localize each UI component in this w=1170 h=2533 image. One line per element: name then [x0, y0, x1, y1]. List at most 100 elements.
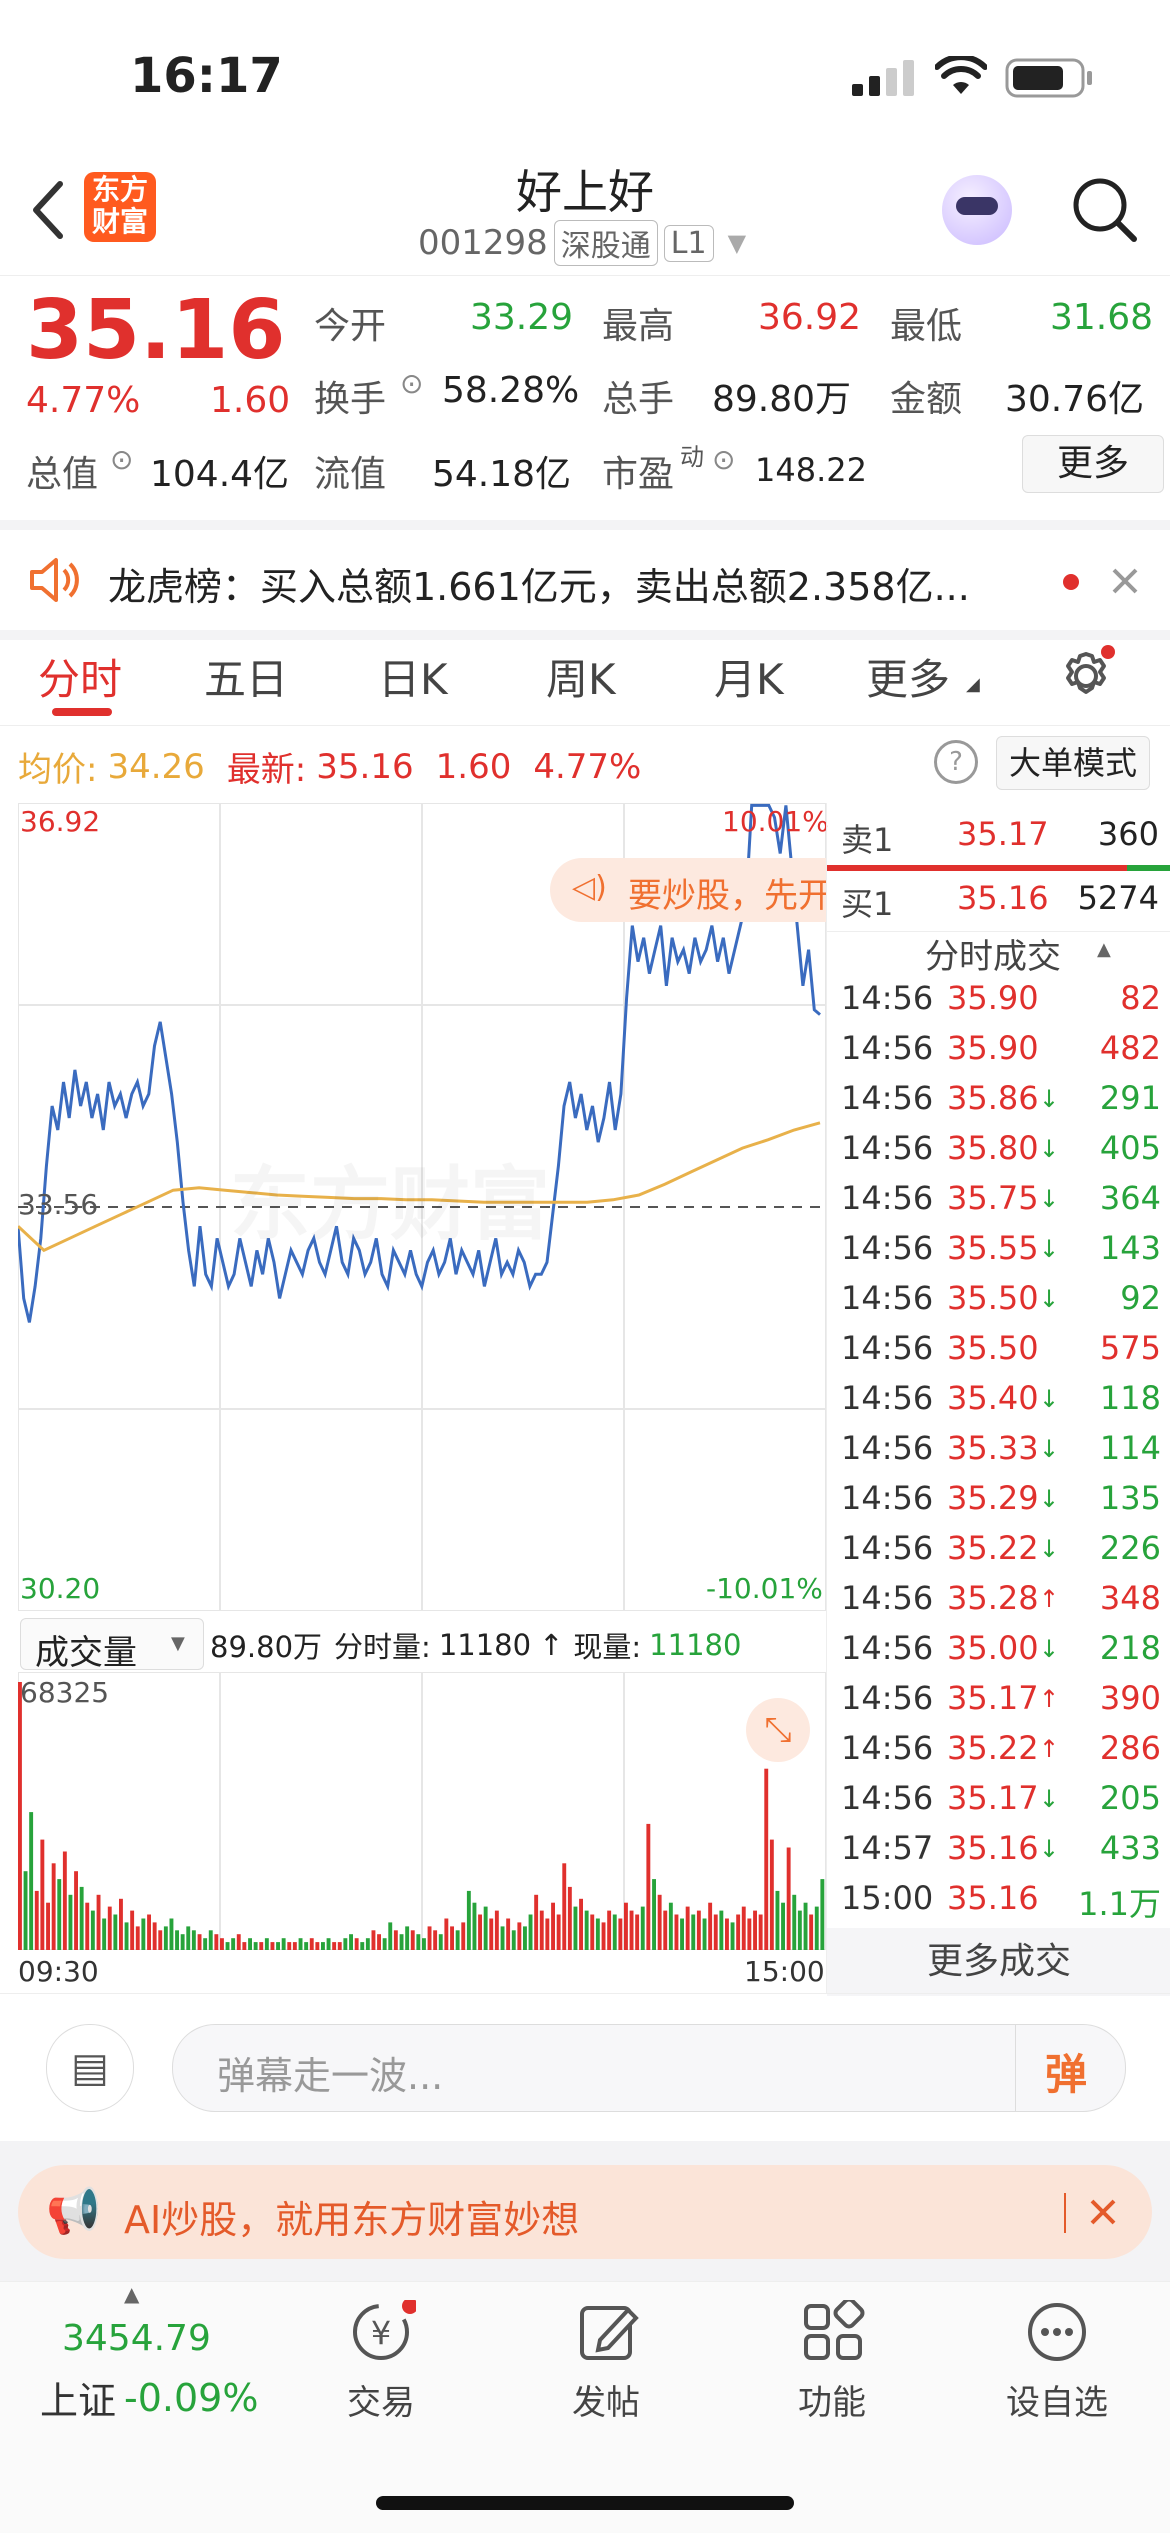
volume-bar [304, 1942, 309, 1950]
trade-price: 35.75 [947, 1179, 1039, 1217]
trade-volume: 482 [1099, 1029, 1161, 1067]
tab-intraday[interactable]: 分时 [38, 646, 122, 707]
volume-bar [309, 1938, 314, 1950]
trade-price: 35.86 [947, 1079, 1039, 1117]
info-dot-icon[interactable]: ⊙ [712, 443, 735, 476]
index-value[interactable]: 3454.79 [62, 2318, 211, 2359]
volume-bar [668, 1902, 673, 1950]
big-order-mode-button[interactable]: 大单模式 [996, 736, 1150, 790]
volume-bar [236, 1934, 241, 1950]
trade-price: 35.29 [947, 1479, 1039, 1517]
nav-functions[interactable]: 功能 [762, 2375, 902, 2424]
volume-bar [264, 1938, 269, 1950]
settings-gear-icon[interactable] [1058, 644, 1118, 704]
volume-bar [590, 1914, 595, 1950]
volume-bar [365, 1938, 370, 1950]
avg-value: 34.26 [107, 746, 205, 787]
more-trades-button[interactable]: 更多成交 [827, 1928, 1170, 1996]
comment-input[interactable]: 弹幕走一波... 弹 [172, 2024, 1126, 2112]
trade-volume: 92 [1120, 1279, 1161, 1317]
pe-label: 市盈 [602, 454, 675, 495]
comment-placeholder: 弹幕走一波... [217, 2054, 444, 2098]
post-icon[interactable] [576, 2300, 646, 2362]
trade-volume: 82 [1120, 979, 1161, 1017]
trade-price: 35.28 [947, 1579, 1039, 1617]
nav-add-watchlist[interactable]: 设自选 [987, 2375, 1127, 2424]
trade-time: 14:56 [841, 1429, 934, 1467]
sort-arrow-icon[interactable]: ▲ [1097, 939, 1111, 960]
close-icon[interactable] [1110, 566, 1140, 596]
mktcap-label: 总值 [26, 454, 99, 495]
tab-daily-k[interactable]: 日K [378, 646, 448, 707]
volume-chart[interactable] [18, 1672, 826, 1950]
amount-value: 30.76亿 [1005, 379, 1145, 420]
volume-bar [455, 1930, 460, 1950]
volume-bar [107, 1906, 112, 1950]
volume-bar [248, 1938, 252, 1950]
volume-bar [781, 1902, 785, 1950]
x-end-label: 15:00 [744, 1955, 825, 1988]
dragon-tiger-notice[interactable]: 龙虎榜：买入总额1.661亿元，卖出总额2.358亿... [0, 520, 1170, 640]
volume-bar [124, 1922, 129, 1950]
avg-label: 均价: [18, 750, 98, 790]
more-options-icon[interactable] [1022, 2300, 1092, 2362]
info-dot-icon[interactable]: ⊙ [400, 367, 423, 400]
info-dot-icon[interactable]: ⊙ [110, 443, 133, 476]
send-danmaku-button[interactable]: 弹 [1045, 2041, 1087, 2102]
danmaku-settings-icon[interactable]: ▤ [46, 2024, 134, 2112]
volume-bar [652, 1879, 656, 1950]
trade-row: 14:56 35.29 ↓ 135 [841, 1479, 1161, 1529]
period-volume: 11180 [438, 1628, 532, 1662]
trade-time: 14:56 [841, 1579, 934, 1617]
robot-assistant-icon[interactable] [942, 175, 1012, 245]
volume-bar [708, 1902, 713, 1950]
close-icon[interactable] [1088, 2197, 1118, 2227]
tab-weekly-k[interactable]: 周K [546, 646, 616, 707]
trade-time: 14:56 [841, 1679, 934, 1717]
more-button[interactable]: 更多 [1022, 435, 1164, 493]
signal-icon [852, 60, 914, 96]
ask-volume: 360 [1097, 815, 1159, 853]
indicator-selector[interactable]: 成交量 ▼ [20, 1618, 204, 1673]
y-max-label: 36.92 [20, 805, 101, 838]
trade-time: 14:56 [841, 1479, 934, 1517]
account-promo-pill[interactable]: ◁) 要炒股，先开 [550, 858, 826, 922]
index-row[interactable]: 上证 -0.09% [40, 2370, 258, 2425]
trade-volume: 1.1万 [1078, 1885, 1161, 1923]
nav-post[interactable]: 发帖 [536, 2375, 676, 2424]
trade-time: 14:56 [841, 1529, 934, 1567]
nav-trade[interactable]: 交易 [311, 2375, 451, 2424]
trade-row: 14:56 35.00 ↓ 218 [841, 1629, 1161, 1679]
trade-price: 35.80 [947, 1129, 1039, 1167]
search-icon[interactable] [1070, 175, 1140, 245]
functions-icon[interactable] [800, 2297, 870, 2362]
volume-bar [90, 1910, 95, 1950]
ai-ad-banner[interactable]: 📢 AI炒股，就用东方财富妙想 [18, 2165, 1152, 2259]
volume-bar [399, 1934, 404, 1950]
trade-volume: 405 [1099, 1129, 1161, 1167]
up-arrow-icon: ↑ [1039, 1585, 1060, 1613]
high-label: 最高 [602, 306, 675, 347]
dropdown-arrow-icon[interactable]: ▼ [728, 229, 746, 257]
down-arrow-icon: ↓ [1039, 1235, 1060, 1263]
trade-volume: 364 [1099, 1179, 1161, 1217]
volume-bar [725, 1918, 729, 1950]
caret-icon: ◢ [966, 674, 980, 695]
trade-icon[interactable]: ¥ [346, 2298, 418, 2362]
volume-bar [135, 1926, 140, 1950]
trade-volume: 205 [1099, 1779, 1161, 1817]
tab-monthly-k[interactable]: 月K [714, 646, 784, 707]
volume-bar [208, 1930, 213, 1950]
tab-more[interactable]: 更多 [866, 646, 950, 707]
turnover-value: 58.28% [442, 370, 580, 411]
volume-bar [640, 1906, 645, 1950]
trade-time: 14:56 [841, 1729, 934, 1767]
expand-icon[interactable]: ⤡ [746, 1698, 810, 1762]
volume-bar [220, 1938, 224, 1950]
volume-bar [29, 1812, 34, 1950]
trades-title[interactable]: 分时成交 [925, 929, 1061, 978]
help-icon[interactable]: ? [934, 740, 978, 784]
volume-bar [427, 1926, 432, 1950]
tab-five-day[interactable]: 五日 [204, 646, 288, 707]
volume-bar [702, 1918, 707, 1950]
